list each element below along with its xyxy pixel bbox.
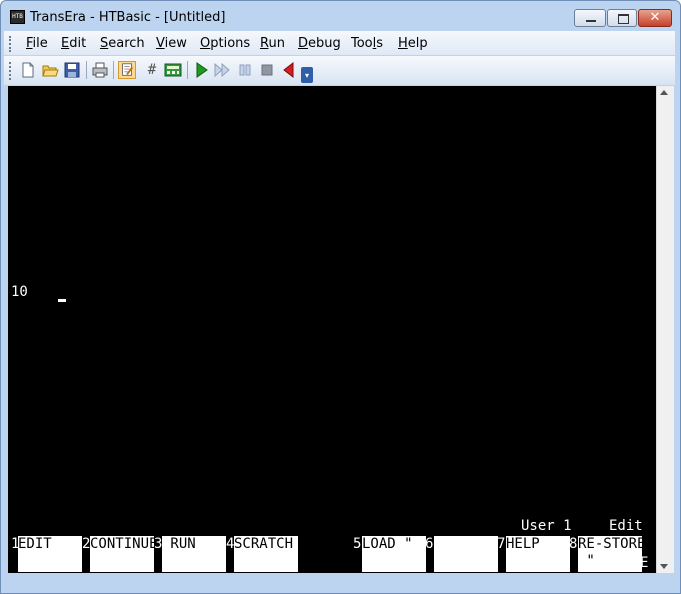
scroll-down-icon[interactable]	[660, 564, 668, 569]
close-icon: ✕	[649, 10, 661, 25]
window-title: TransEra - HTBasic - [Untitled]	[30, 10, 226, 25]
stop-icon[interactable]	[258, 61, 276, 79]
status-mode: Edit	[609, 518, 643, 534]
softkey-number: 5	[353, 536, 362, 552]
calculator-icon[interactable]	[164, 61, 182, 79]
softkey-button[interactable]: CONTINUE	[90, 536, 154, 572]
softkey-button[interactable]: SCRATCH	[234, 536, 298, 572]
softkey-button[interactable]: HELP	[506, 536, 570, 572]
softkey-number: 8	[569, 536, 578, 552]
program-line-number: 10	[11, 284, 28, 300]
print-icon[interactable]	[91, 61, 109, 79]
run-icon[interactable]	[192, 61, 210, 79]
close-button[interactable]: ✕	[638, 9, 672, 27]
menu-item[interactable]: Help	[398, 36, 428, 51]
vertical-scrollbar[interactable]	[656, 86, 674, 573]
app-icon[interactable]: HTB	[10, 10, 25, 24]
status-user: User 1	[521, 518, 572, 534]
window-bottom-frame	[4, 573, 675, 590]
menu-item[interactable]: File	[26, 36, 48, 51]
edit-program-icon[interactable]	[118, 61, 136, 79]
step-back-icon[interactable]	[280, 61, 298, 79]
title-bar[interactable]: HTB TransEra - HTBasic - [Untitled] ✕	[0, 0, 679, 30]
basic-terminal[interactable]: 10 User 1 Edit 1 EDIT 2 CONTINUE 3 RUN 4 SCRAT…	[8, 86, 656, 573]
toolbar-separator	[113, 61, 114, 79]
new-file-icon[interactable]	[19, 61, 37, 79]
softkey-button[interactable]: EDIT	[18, 536, 82, 572]
continue-icon[interactable]	[213, 61, 231, 79]
softkey-button[interactable]: LOAD "	[362, 536, 426, 572]
softkey-number: 6	[425, 536, 434, 552]
menu-item[interactable]: Run	[260, 36, 285, 51]
softkey-button[interactable]	[434, 536, 498, 572]
save-icon[interactable]	[63, 61, 81, 79]
line-number-icon[interactable]: #	[143, 61, 161, 79]
menu-item[interactable]: View	[156, 36, 187, 51]
scroll-up-icon[interactable]	[660, 90, 668, 95]
pause-icon[interactable]	[236, 61, 254, 79]
toolbar-separator	[187, 61, 188, 79]
toolbar-grip[interactable]	[9, 62, 12, 80]
toolbar-separator	[86, 61, 87, 79]
toolbar-overflow-button[interactable]: ▾	[301, 67, 313, 83]
text-cursor	[58, 299, 66, 302]
softkey-button[interactable]: RUN	[162, 536, 226, 572]
maximize-button[interactable]	[607, 9, 637, 27]
menu-item[interactable]: Search	[100, 36, 145, 51]
minimize-button[interactable]	[574, 9, 606, 27]
menu-item[interactable]: Options	[200, 36, 250, 51]
menu-item[interactable]: Edit	[61, 36, 86, 51]
menu-grip[interactable]	[9, 36, 12, 52]
softkey-number: 7	[497, 536, 506, 552]
menu-item[interactable]: Tools	[351, 36, 383, 51]
menu-item[interactable]: Debug	[298, 36, 341, 51]
softkey-button[interactable]: RE-STORE "	[578, 536, 642, 572]
open-folder-icon[interactable]	[41, 61, 59, 79]
softkey-overflow-char: E	[640, 555, 649, 571]
